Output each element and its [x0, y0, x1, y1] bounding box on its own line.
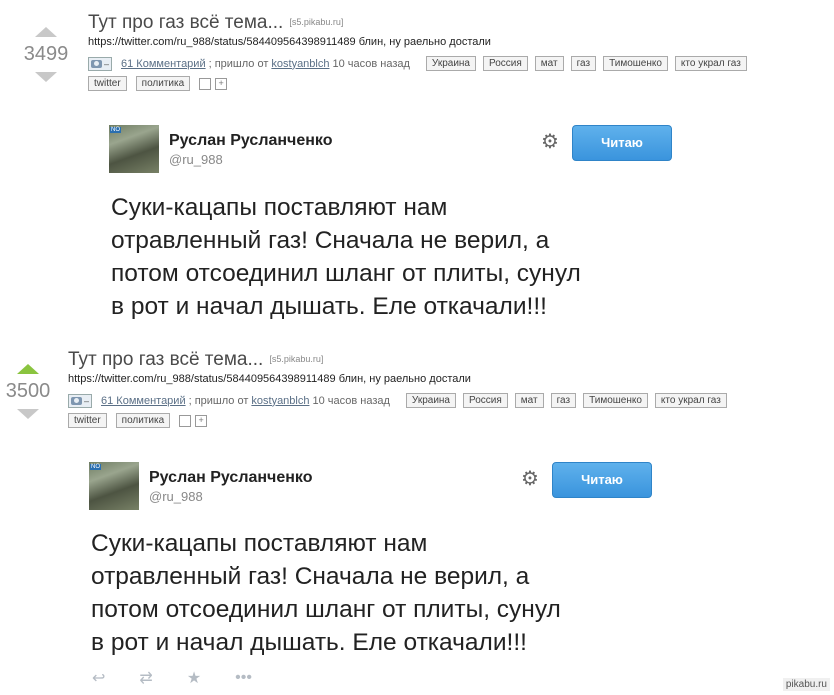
- tweet-user-name[interactable]: Руслан Русланченко: [149, 469, 312, 487]
- tag-row-2: twitter политика +: [68, 413, 211, 428]
- save-icon[interactable]: [179, 414, 192, 427]
- follow-button[interactable]: Читаю: [552, 462, 652, 498]
- tag[interactable]: Тимошенко: [583, 393, 648, 408]
- downvote-arrow-icon[interactable]: [35, 72, 57, 82]
- watermark: pikabu.ru: [782, 678, 830, 691]
- post-meta: – 61 Комментарий ; пришло от kostyanblch…: [68, 393, 734, 408]
- camera-icon[interactable]: –: [68, 393, 93, 408]
- gear-icon[interactable]: ⚙: [541, 129, 559, 154]
- follow-button[interactable]: Читаю: [572, 125, 672, 161]
- tag[interactable]: кто украл газ: [674, 56, 747, 71]
- save-icon[interactable]: [199, 77, 212, 90]
- tweet-line: отравленный газ! Сначала не верил, а: [91, 563, 530, 590]
- tweet-text: Суки-кацапы поставляют нам отравленный г…: [91, 527, 691, 659]
- tweet-line: в рот и начал дышать. Еле откачали!!!: [91, 629, 527, 656]
- tag[interactable]: политика: [115, 413, 171, 428]
- expand-plus-icon[interactable]: +: [215, 77, 228, 90]
- author-link[interactable]: kostyanblch: [251, 395, 309, 407]
- post-title-row: Тут про газ всё тема... [s5.pikabu.ru]: [88, 12, 343, 34]
- tag[interactable]: Украина: [425, 56, 476, 71]
- upvote-arrow-icon[interactable]: [17, 364, 39, 374]
- tweet-header: NO Руслан Русланченко @ru_988: [89, 462, 312, 510]
- tweet-user-name[interactable]: Руслан Русланченко: [169, 132, 332, 150]
- vote-block: 3500: [0, 364, 56, 419]
- gear-icon[interactable]: ⚙: [521, 466, 539, 491]
- post-meta: – 61 Комментарий ; пришло от kostyanblch…: [88, 56, 754, 71]
- downvote-arrow-icon[interactable]: [17, 409, 39, 419]
- tag[interactable]: газ: [550, 393, 577, 408]
- tag[interactable]: Россия: [483, 56, 528, 71]
- tag[interactable]: twitter: [88, 76, 127, 91]
- tweet-text: Суки-кацапы поставляют нам отравленный г…: [111, 191, 711, 323]
- tweet-line: Суки-кацапы поставляют нам: [91, 530, 428, 557]
- post-description: https://twitter.com/ru_988/status/584409…: [88, 36, 491, 48]
- upvote-arrow-icon[interactable]: [35, 27, 57, 37]
- post-score: 3500: [5, 380, 51, 402]
- tweet-line: потом отсоединил шланг от плиты, сунул: [91, 596, 561, 623]
- tag[interactable]: политика: [135, 76, 191, 91]
- more-icon[interactable]: •••: [235, 669, 252, 687]
- tag-row-2: twitter политика +: [88, 76, 231, 91]
- tweet-actions: ↩ ⇄ ★ •••: [92, 668, 286, 688]
- comments-link[interactable]: 61 Комментарий: [121, 58, 206, 70]
- posted-from-label: ; пришло от: [208, 57, 269, 70]
- post-description: https://twitter.com/ru_988/status/584409…: [68, 373, 471, 385]
- tag[interactable]: кто украл газ: [654, 393, 727, 408]
- post-title-row: Тут про газ всё тема... [s5.pikabu.ru]: [68, 349, 323, 371]
- tweet-header: NO Руслан Русланченко @ru_988: [109, 125, 332, 173]
- post-title[interactable]: Тут про газ всё тема...: [88, 12, 283, 33]
- tweet-user-handle[interactable]: @ru_988: [169, 152, 332, 167]
- star-icon[interactable]: ★: [187, 668, 201, 688]
- tag[interactable]: Россия: [463, 393, 508, 408]
- author-link[interactable]: kostyanblch: [271, 58, 329, 70]
- comments-link[interactable]: 61 Комментарий: [101, 395, 186, 407]
- post-source[interactable]: [s5.pikabu.ru]: [289, 17, 343, 27]
- avatar[interactable]: NO: [109, 125, 159, 173]
- tweet-user-handle[interactable]: @ru_988: [149, 489, 312, 504]
- post-score: 3499: [23, 43, 69, 65]
- tweet-line: Суки-кацапы поставляют нам: [111, 194, 448, 221]
- retweet-icon[interactable]: ⇄: [139, 668, 152, 688]
- camera-icon[interactable]: –: [88, 56, 113, 71]
- tag[interactable]: газ: [570, 56, 597, 71]
- post-title[interactable]: Тут про газ всё тема...: [68, 349, 263, 370]
- post-source[interactable]: [s5.pikabu.ru]: [269, 354, 323, 364]
- post-time: 10 часов назад: [332, 57, 410, 70]
- reply-icon[interactable]: ↩: [92, 668, 105, 688]
- tag[interactable]: мат: [534, 56, 564, 71]
- tag[interactable]: мат: [514, 393, 544, 408]
- tag[interactable]: Тимошенко: [603, 56, 668, 71]
- expand-plus-icon[interactable]: +: [195, 414, 208, 427]
- avatar[interactable]: NO: [89, 462, 139, 510]
- vote-block: 3499: [18, 27, 74, 82]
- tag[interactable]: twitter: [68, 413, 107, 428]
- post-time: 10 часов назад: [312, 394, 390, 407]
- tweet-line: в рот и начал дышать. Еле откачали!!!: [111, 293, 547, 320]
- tweet-line: потом отсоединил шланг от плиты, сунул: [111, 260, 581, 287]
- posted-from-label: ; пришло от: [188, 394, 249, 407]
- tweet-line: отравленный газ! Сначала не верил, а: [111, 227, 550, 254]
- tag[interactable]: Украина: [405, 393, 456, 408]
